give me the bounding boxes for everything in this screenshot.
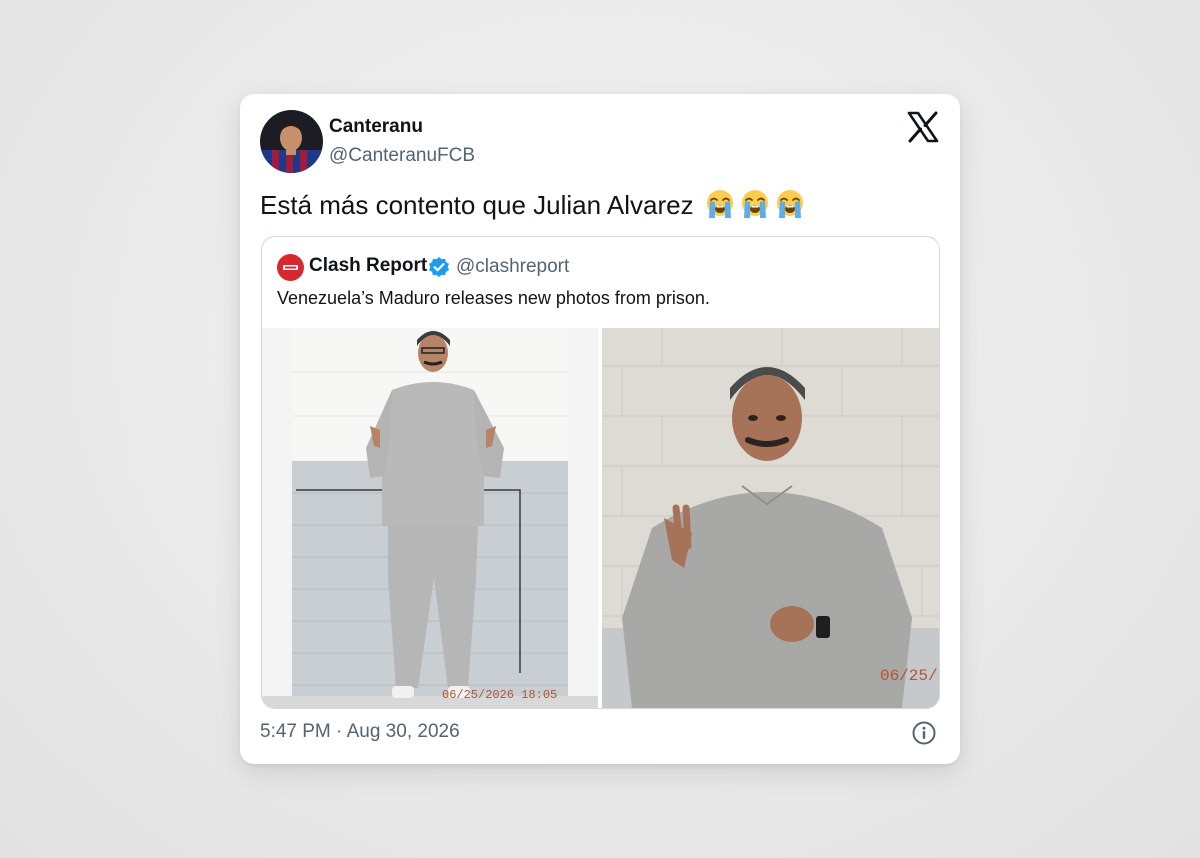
x-logo-icon[interactable] — [906, 110, 940, 144]
tweet-card: Canteranu @CanteranuFCB Está más content… — [240, 94, 960, 764]
loudly-crying-face-emoji-1 — [704, 188, 736, 220]
quoted-tweet[interactable]: Clash Report @clashreport Venezuela’s Ma… — [261, 236, 940, 709]
quoted-photo-full-body[interactable]: 06/25/2026 18:05 — [262, 328, 598, 708]
photo-timestamp-left: 06/25/2026 18:05 — [442, 688, 557, 702]
quoted-author-handle[interactable]: @clashreport — [456, 256, 569, 278]
tweet-timestamp[interactable]: 5:47 PM · Aug 30, 2026 — [260, 721, 460, 743]
tweet-text: Está más contento que Julian Alvarez — [260, 188, 806, 222]
quoted-author-name[interactable]: Clash Report — [309, 255, 427, 277]
loudly-crying-face-emoji-3 — [774, 188, 806, 220]
author-handle[interactable]: @CanteranuFCB — [329, 145, 475, 167]
clash-report-logo-icon — [277, 254, 304, 281]
tweet-text-content: Está más contento que Julian Alvarez — [260, 190, 694, 220]
quoted-photo-waist-up[interactable]: 06/25/2 — [602, 328, 939, 708]
author-avatar[interactable] — [260, 110, 323, 173]
verified-badge-icon — [428, 256, 450, 278]
photo-timestamp-right: 06/25/2 — [880, 667, 939, 685]
loudly-crying-face-emoji-2 — [739, 188, 771, 220]
info-icon[interactable] — [911, 720, 937, 746]
author-name[interactable]: Canteranu — [329, 116, 423, 138]
quoted-tweet-text: Venezuela’s Maduro releases new photos f… — [277, 288, 710, 308]
emoji-row — [701, 190, 806, 220]
